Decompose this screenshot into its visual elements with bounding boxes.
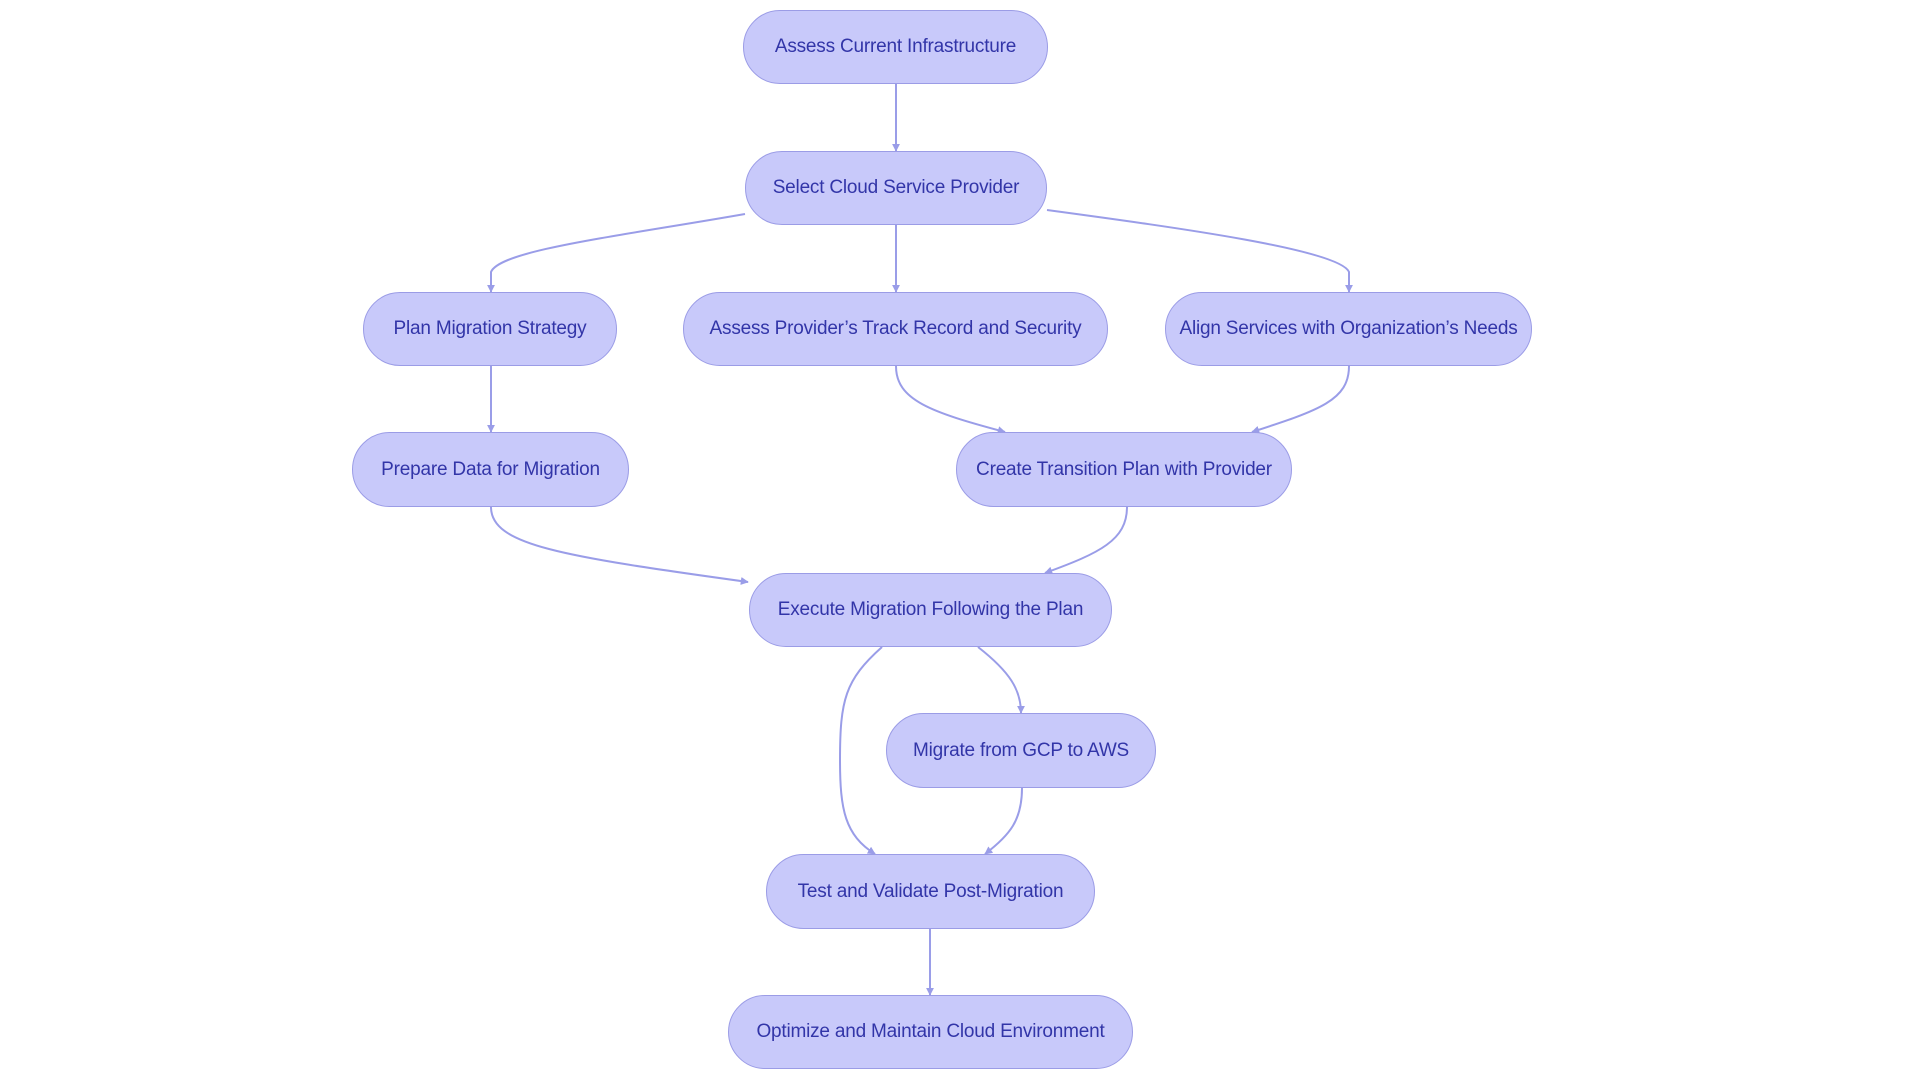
node-test-and-validate[interactable]: Test and Validate Post-Migration [766, 854, 1095, 929]
node-optimize-and-maintain[interactable]: Optimize and Maintain Cloud Environment [728, 995, 1133, 1069]
node-label: Plan Migration Strategy [393, 318, 587, 339]
node-label: Test and Validate Post-Migration [797, 880, 1064, 902]
node-label: Create Transition Plan with Provider [976, 458, 1272, 480]
node-label: Align Services with Organization’s Needs [1179, 318, 1518, 339]
edge-align-services-to-create-transition [1251, 365, 1350, 434]
node-plan-migration-strategy[interactable]: Plan Migration Strategy [363, 292, 617, 366]
node-prepare-data-for-migration[interactable]: Prepare Data for Migration [352, 432, 629, 507]
node-execute-migration[interactable]: Execute Migration Following the Plan [749, 573, 1112, 647]
node-label: Prepare Data for Migration [381, 458, 600, 480]
edge-prepare-data-to-execute-migration [490, 506, 749, 585]
node-label: Select Cloud Service Provider [772, 177, 1020, 198]
node-select-cloud-service-provider[interactable]: Select Cloud Service Provider [745, 151, 1047, 225]
edge-create-transition-to-execute-migration [1044, 506, 1128, 575]
node-label: Assess Provider’s Track Record and Secur… [709, 318, 1082, 339]
edge-execute-migration-to-test-validate [838, 646, 883, 855]
node-assess-provider-track-record[interactable]: Assess Provider’s Track Record and Secur… [683, 292, 1108, 366]
node-label: Optimize and Maintain Cloud Environment [756, 1021, 1105, 1042]
edge-select-csp-to-plan-strategy [487, 213, 746, 293]
node-align-services[interactable]: Align Services with Organization’s Needs [1165, 292, 1532, 366]
node-migrate-gcp-to-aws[interactable]: Migrate from GCP to AWS [886, 713, 1156, 788]
edge-assess-provider-to-create-transition [895, 365, 1006, 435]
node-create-transition-plan[interactable]: Create Transition Plan with Provider [956, 432, 1292, 507]
edge-execute-migration-to-migrate-gcp-aws [977, 646, 1025, 714]
edge-migrate-gcp-aws-to-test-validate [984, 787, 1023, 855]
node-label: Execute Migration Following the Plan [777, 599, 1084, 620]
node-label: Migrate from GCP to AWS [912, 739, 1130, 761]
edge-select-csp-to-align-services [1046, 209, 1353, 293]
node-assess-current-infrastructure[interactable]: Assess Current Infrastructure [743, 10, 1048, 84]
node-label: Assess Current Infrastructure [774, 36, 1017, 57]
